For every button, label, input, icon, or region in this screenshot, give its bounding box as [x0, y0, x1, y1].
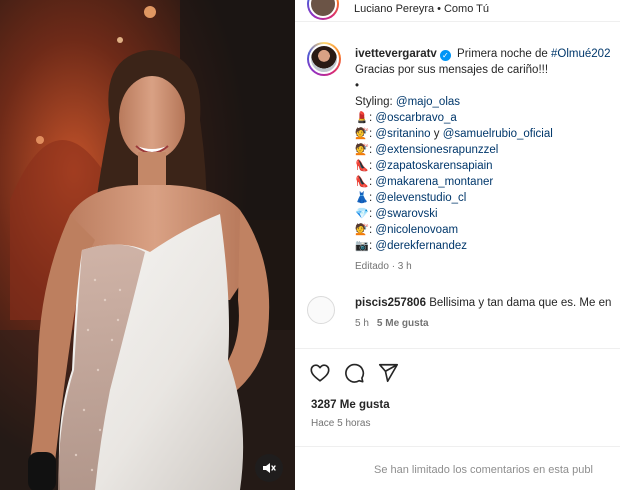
credit-line: 💄: @oscarbravo_a [355, 110, 620, 126]
credit-line: 💇: @extensionesrapunzzel [355, 142, 620, 158]
author-username[interactable]: ivettevergaratv [355, 48, 437, 60]
edited-timestamp: Editado · 3 h [355, 261, 412, 272]
mention-link[interactable]: @sritanino [375, 128, 430, 140]
caption-text: Gracias por sus mensajes de cariño!!! [355, 64, 549, 76]
credit-colon: : [369, 112, 373, 124]
camera-emoji: 📷 [355, 239, 369, 252]
mention-link[interactable]: @samuelrubio_oficial [443, 128, 553, 140]
comments-limited-notice: Se han limitado los comentarios en esta … [374, 464, 593, 476]
credit-line: 👗: @elevenstudio_cl [355, 190, 620, 206]
credit-colon: : [369, 224, 373, 236]
credit-line: 👠: @makarena_montaner [355, 174, 620, 190]
post-media[interactable] [0, 0, 295, 490]
credit-line: 💇: @nicolenovoam [355, 222, 620, 238]
commenter-avatar[interactable] [307, 296, 335, 324]
post-time[interactable]: Hace 5 horas [311, 418, 370, 429]
credit-colon: : [369, 160, 373, 172]
post-sidebar: Luciano Pereyra • Como Tú ivettevergaratv ✓… [295, 0, 620, 490]
send-icon[interactable] [377, 362, 399, 384]
mention-link[interactable]: @elevenstudio_cl [375, 192, 466, 204]
audio-title[interactable]: Como Tú [444, 3, 489, 15]
high-heel-emoji: 👠 [355, 159, 369, 172]
hashtag-link[interactable]: #Olmué202 [551, 48, 610, 60]
mention-link[interactable]: @majo_olas [396, 96, 460, 108]
separator-dot: • [437, 3, 441, 15]
credit-colon: : [369, 192, 373, 204]
credit-colon: : [369, 128, 373, 140]
mention-link[interactable]: @swarovski [375, 208, 437, 220]
post-photo [0, 0, 295, 490]
mention-link[interactable]: @extensionesrapunzzel [375, 144, 498, 156]
credit-line: 👠: @zapatoskarensapiain [355, 158, 620, 174]
styling-label: Styling: [355, 96, 393, 108]
section-divider [295, 348, 620, 349]
author-avatar[interactable] [307, 42, 341, 76]
speaker-muted-icon [263, 463, 276, 473]
lipstick-emoji: 💄 [355, 111, 369, 124]
mute-button[interactable] [255, 454, 283, 482]
mention-link[interactable]: @nicolenovoam [375, 224, 458, 236]
comment-item: piscis257806 Bellisima y tan dama que es… [355, 295, 611, 311]
credit-line: 📷: @derekfernandez [355, 238, 620, 254]
credit-colon: : [369, 240, 373, 252]
commenter-username[interactable]: piscis257806 [355, 297, 426, 309]
dress-emoji: 👗 [355, 191, 369, 204]
comment-likes[interactable]: 5 Me gusta [377, 318, 429, 329]
comment-text: Bellisima y tan dama que es. Me en [429, 297, 612, 309]
credit-line: 💎: @swarovski [355, 206, 620, 222]
diamond-emoji: 💎 [355, 207, 369, 220]
mention-link[interactable]: @oscarbravo_a [375, 112, 456, 124]
comment-meta: 5 h 5 Me gusta [355, 318, 429, 329]
woman-haircut-emoji: 💇 [355, 223, 369, 236]
likes-count[interactable]: 3287 Me gusta [311, 399, 390, 411]
credit-line: 💇: @sritanino y @samuelrubio_oficial [355, 126, 620, 142]
woman-haircut-emoji: 💇 [355, 143, 369, 156]
credit-colon: : [369, 144, 373, 156]
credit-conjunction: y [430, 128, 443, 140]
audio-attribution[interactable]: Luciano Pereyra • Como Tú [354, 3, 489, 15]
post-header: Luciano Pereyra • Como Tú [295, 0, 620, 22]
high-heel-emoji: 👠 [355, 175, 369, 188]
audio-artist[interactable]: Luciano Pereyra [354, 3, 434, 15]
credit-colon: : [369, 176, 373, 188]
credits-list: 💄: @oscarbravo_a 💇: @sritanino y @samuelr… [355, 110, 620, 254]
caption-text: Primera noche de [457, 48, 548, 60]
woman-haircut-emoji: 💇 [355, 127, 369, 140]
caption-bullet: • [355, 80, 360, 92]
verified-badge-icon: ✓ [439, 50, 451, 61]
comment-icon[interactable] [343, 362, 365, 384]
mention-link[interactable]: @derekfernandez [375, 240, 467, 252]
post-caption: ivettevergaratv ✓ Primera noche de #Olmué… [355, 46, 620, 254]
credit-colon: : [369, 208, 373, 220]
comment-time[interactable]: 5 h [355, 318, 369, 329]
header-avatar[interactable] [307, 0, 339, 20]
section-divider [295, 446, 620, 447]
mention-link[interactable]: @makarena_montaner [375, 176, 493, 188]
action-bar [309, 362, 399, 384]
mention-link[interactable]: @zapatoskarensapiain [375, 160, 492, 172]
heart-icon[interactable] [309, 362, 331, 384]
